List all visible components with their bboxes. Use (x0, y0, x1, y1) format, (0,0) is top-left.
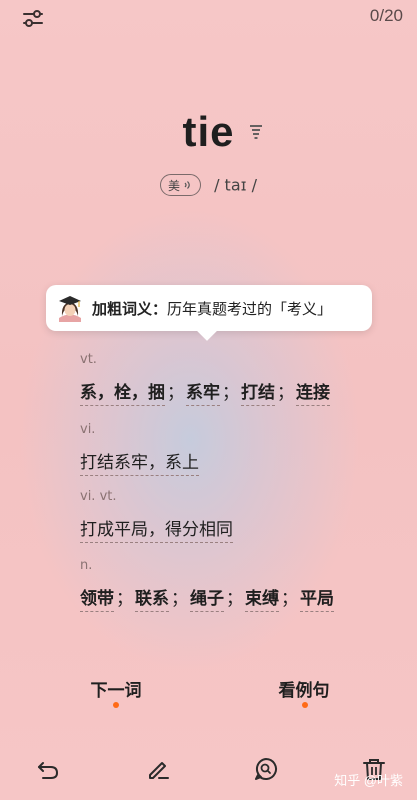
speaker-icon (184, 181, 190, 189)
meaning[interactable]: 打成平局，得分相同 (80, 520, 233, 543)
separator: ； (116, 589, 133, 609)
word-heading: tie (0, 108, 417, 156)
progress-counter: 0/20 (369, 6, 403, 25)
meaning[interactable]: 连接 (296, 383, 330, 406)
next-indicator-dot (113, 702, 119, 708)
definition-line: 打结系牢，系上 (80, 448, 199, 476)
bold-meaning-tooltip: 加粗词义：历年真题考过的「考义」 (46, 285, 372, 331)
tooltip-text: 加粗词义：历年真题考过的「考义」 (92, 298, 332, 319)
meaning[interactable]: 联系 (135, 589, 169, 612)
view-examples-button[interactable]: 看例句 (268, 676, 340, 701)
list-icon[interactable] (249, 124, 263, 140)
meaning[interactable]: 绳子 (190, 589, 224, 612)
pos-label: n. (80, 558, 93, 573)
separator: ； (277, 383, 294, 403)
meaning[interactable]: 系牢 (186, 383, 220, 406)
undo-icon (38, 762, 59, 779)
edit-button[interactable] (144, 755, 172, 783)
definition-line: 系，栓，捆；系牢；打结；连接 (80, 378, 330, 406)
play-pronunciation-button[interactable]: 美 (159, 174, 201, 196)
tooltip-description: 历年真题考过的「考义」 (167, 299, 333, 318)
separator: ； (167, 383, 184, 403)
settings-button[interactable] (18, 6, 50, 32)
meaning[interactable]: 打结 (241, 383, 275, 406)
search-bubble-button[interactable] (252, 755, 280, 783)
definition-line: 领带；联系；绳子；束缚；平局 (80, 584, 334, 612)
examples-indicator-dot (302, 702, 308, 708)
meaning[interactable]: 系，栓，捆 (80, 383, 165, 406)
separator: ； (171, 589, 188, 609)
definition-line: 打成平局，得分相同 (80, 515, 233, 543)
phonetic-text: / taɪ / (214, 175, 258, 195)
next-word-button[interactable]: 下一词 (80, 676, 152, 701)
meaning[interactable]: 束缚 (245, 589, 279, 612)
accent-label: 美 (167, 178, 180, 193)
word-text: tie (182, 108, 235, 155)
separator: ； (222, 383, 239, 403)
watermark: 知乎 @叶紫 (334, 773, 403, 788)
undo-button[interactable] (34, 755, 62, 783)
search-bubble-icon (255, 758, 277, 780)
pos-label: vi. (80, 422, 96, 437)
meaning[interactable]: 打结系牢，系上 (80, 453, 199, 476)
pos-label: vt. (80, 352, 97, 367)
separator: ； (281, 589, 298, 609)
pos-label: vi. vt. (80, 489, 117, 504)
meaning[interactable]: 平局 (300, 589, 334, 612)
edit-icon (149, 762, 169, 779)
tooltip-title: 加粗词义： (92, 299, 168, 318)
meaning[interactable]: 领带 (80, 589, 114, 612)
sliders-icon (23, 10, 43, 27)
pronunciation-row: 美 / taɪ / (0, 174, 417, 196)
separator: ； (226, 589, 243, 609)
teacher-avatar-icon (59, 296, 81, 322)
